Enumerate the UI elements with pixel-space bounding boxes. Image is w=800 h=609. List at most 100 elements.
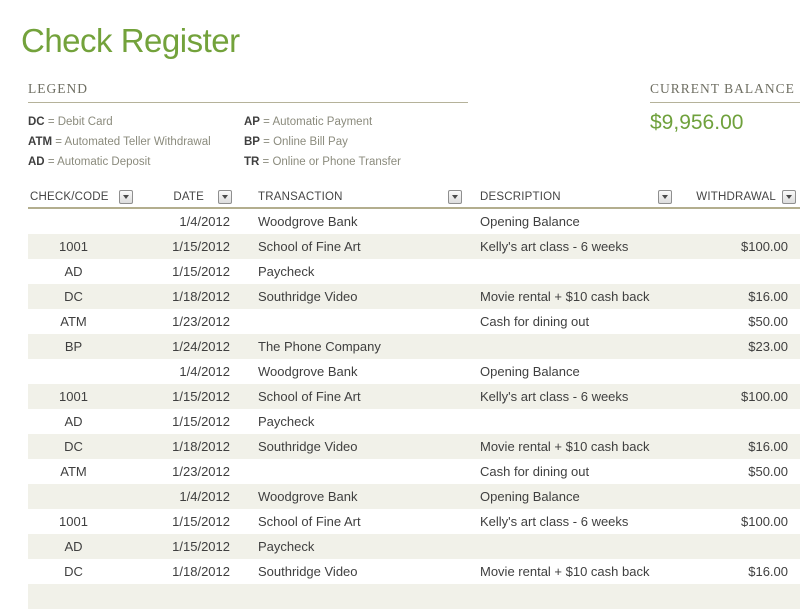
cell-withdrawal[interactable]: $100.00 [686,509,800,534]
cell-date[interactable]: 1/18/2012 [135,559,234,584]
cell-withdrawal[interactable] [686,359,800,384]
cell-check-code[interactable]: 1001 [28,384,135,409]
cell-description[interactable]: Cash for dining out [474,459,674,484]
cell-description[interactable]: Kelly's art class - 6 weeks [474,509,674,534]
cell-transaction[interactable]: Paycheck [252,259,464,284]
column-spacer [464,309,474,334]
cell-transaction[interactable]: Southridge Video [252,559,464,584]
cell-check-code[interactable]: AD [28,409,135,434]
cell-date[interactable]: 1/15/2012 [135,234,234,259]
cell-date[interactable]: 1/15/2012 [135,534,234,559]
cell-transaction[interactable]: Woodgrove Bank [252,209,464,234]
cell-description[interactable]: Opening Balance [474,359,674,384]
filter-button-transaction[interactable] [448,190,462,204]
cell-description[interactable]: Movie rental + $10 cash back [474,434,674,459]
filter-button-date[interactable] [218,190,232,204]
cell-withdrawal[interactable]: $16.00 [686,434,800,459]
cell-check-code[interactable]: AD [28,534,135,559]
table-body: 1/4/2012Woodgrove BankOpening Balance100… [0,209,800,609]
table-row: 10011/15/2012 School of Fine Art Kelly's a… [28,384,800,409]
filter-button-check-code[interactable] [119,190,133,204]
cell-date[interactable]: 1/15/2012 [135,509,234,534]
cell-check-code[interactable]: ATM [28,309,135,334]
cell-description[interactable]: Opening Balance [474,209,674,234]
cell-check-code[interactable] [28,584,135,609]
cell-date[interactable]: 1/4/2012 [135,484,234,509]
cell-withdrawal[interactable] [686,584,800,609]
cell-withdrawal[interactable]: $16.00 [686,559,800,584]
cell-date[interactable]: 1/24/2012 [135,334,234,359]
cell-transaction[interactable]: Paycheck [252,534,464,559]
cell-description[interactable] [474,334,674,359]
cell-description[interactable] [474,584,674,609]
cell-date[interactable]: 1/15/2012 [135,384,234,409]
column-spacer [674,334,686,359]
cell-transaction[interactable] [252,459,464,484]
balance-divider [650,102,800,103]
cell-description[interactable]: Kelly's art class - 6 weeks [474,384,674,409]
cell-withdrawal[interactable] [686,409,800,434]
cell-date[interactable]: 1/18/2012 [135,284,234,309]
cell-transaction[interactable] [252,584,464,609]
legend-item: TR = Online or Phone Transfer [244,152,468,172]
cell-date[interactable]: 1/23/2012 [135,459,234,484]
chevron-down-icon [222,195,228,199]
cell-withdrawal[interactable]: $23.00 [686,334,800,359]
cell-check-code[interactable]: 1001 [28,509,135,534]
cell-transaction[interactable]: School of Fine Art [252,234,464,259]
cell-date[interactable]: 1/23/2012 [135,309,234,334]
column-spacer [674,359,686,384]
table-row: 1/4/2012 Woodgrove Bank Opening Balance [28,359,800,384]
column-spacer [464,234,474,259]
cell-date[interactable] [135,584,234,609]
cell-check-code[interactable]: 1001 [28,234,135,259]
cell-date[interactable]: 1/15/2012 [135,409,234,434]
cell-withdrawal[interactable] [686,209,800,234]
cell-withdrawal[interactable] [686,259,800,284]
column-spacer [234,509,252,534]
cell-check-code[interactable] [28,209,135,234]
legend-code: DC [28,116,45,128]
cell-withdrawal[interactable]: $16.00 [686,284,800,309]
cell-description[interactable]: Kelly's art class - 6 weeks [474,234,674,259]
column-spacer [234,434,252,459]
cell-transaction[interactable]: School of Fine Art [252,384,464,409]
cell-withdrawal[interactable]: $100.00 [686,384,800,409]
cell-check-code[interactable]: DC [28,559,135,584]
cell-withdrawal[interactable]: $50.00 [686,309,800,334]
cell-check-code[interactable]: BP [28,334,135,359]
cell-transaction[interactable]: Paycheck [252,409,464,434]
cell-transaction[interactable]: Woodgrove Bank [252,359,464,384]
cell-date[interactable]: 1/18/2012 [135,434,234,459]
cell-check-code[interactable]: ATM [28,459,135,484]
cell-withdrawal[interactable] [686,534,800,559]
cell-description[interactable] [474,409,674,434]
cell-withdrawal[interactable]: $100.00 [686,234,800,259]
legend-label: = Automatic Deposit [45,156,151,168]
cell-check-code[interactable] [28,359,135,384]
cell-description[interactable] [474,534,674,559]
cell-check-code[interactable] [28,484,135,509]
cell-withdrawal[interactable] [686,484,800,509]
cell-transaction[interactable]: Southridge Video [252,434,464,459]
cell-description[interactable] [474,259,674,284]
cell-transaction[interactable]: School of Fine Art [252,509,464,534]
cell-check-code[interactable]: AD [28,259,135,284]
cell-description[interactable]: Opening Balance [474,484,674,509]
column-spacer [234,384,252,409]
cell-transaction[interactable]: Southridge Video [252,284,464,309]
filter-button-withdrawal[interactable] [782,190,796,204]
cell-transaction[interactable]: Woodgrove Bank [252,484,464,509]
cell-check-code[interactable]: DC [28,434,135,459]
filter-button-description[interactable] [658,190,672,204]
cell-transaction[interactable]: The Phone Company [252,334,464,359]
cell-description[interactable]: Cash for dining out [474,309,674,334]
cell-description[interactable]: Movie rental + $10 cash back [474,559,674,584]
cell-check-code[interactable]: DC [28,284,135,309]
cell-transaction[interactable] [252,309,464,334]
cell-description[interactable]: Movie rental + $10 cash back [474,284,674,309]
cell-withdrawal[interactable]: $50.00 [686,459,800,484]
cell-date[interactable]: 1/4/2012 [135,359,234,384]
cell-date[interactable]: 1/4/2012 [135,209,234,234]
cell-date[interactable]: 1/15/2012 [135,259,234,284]
